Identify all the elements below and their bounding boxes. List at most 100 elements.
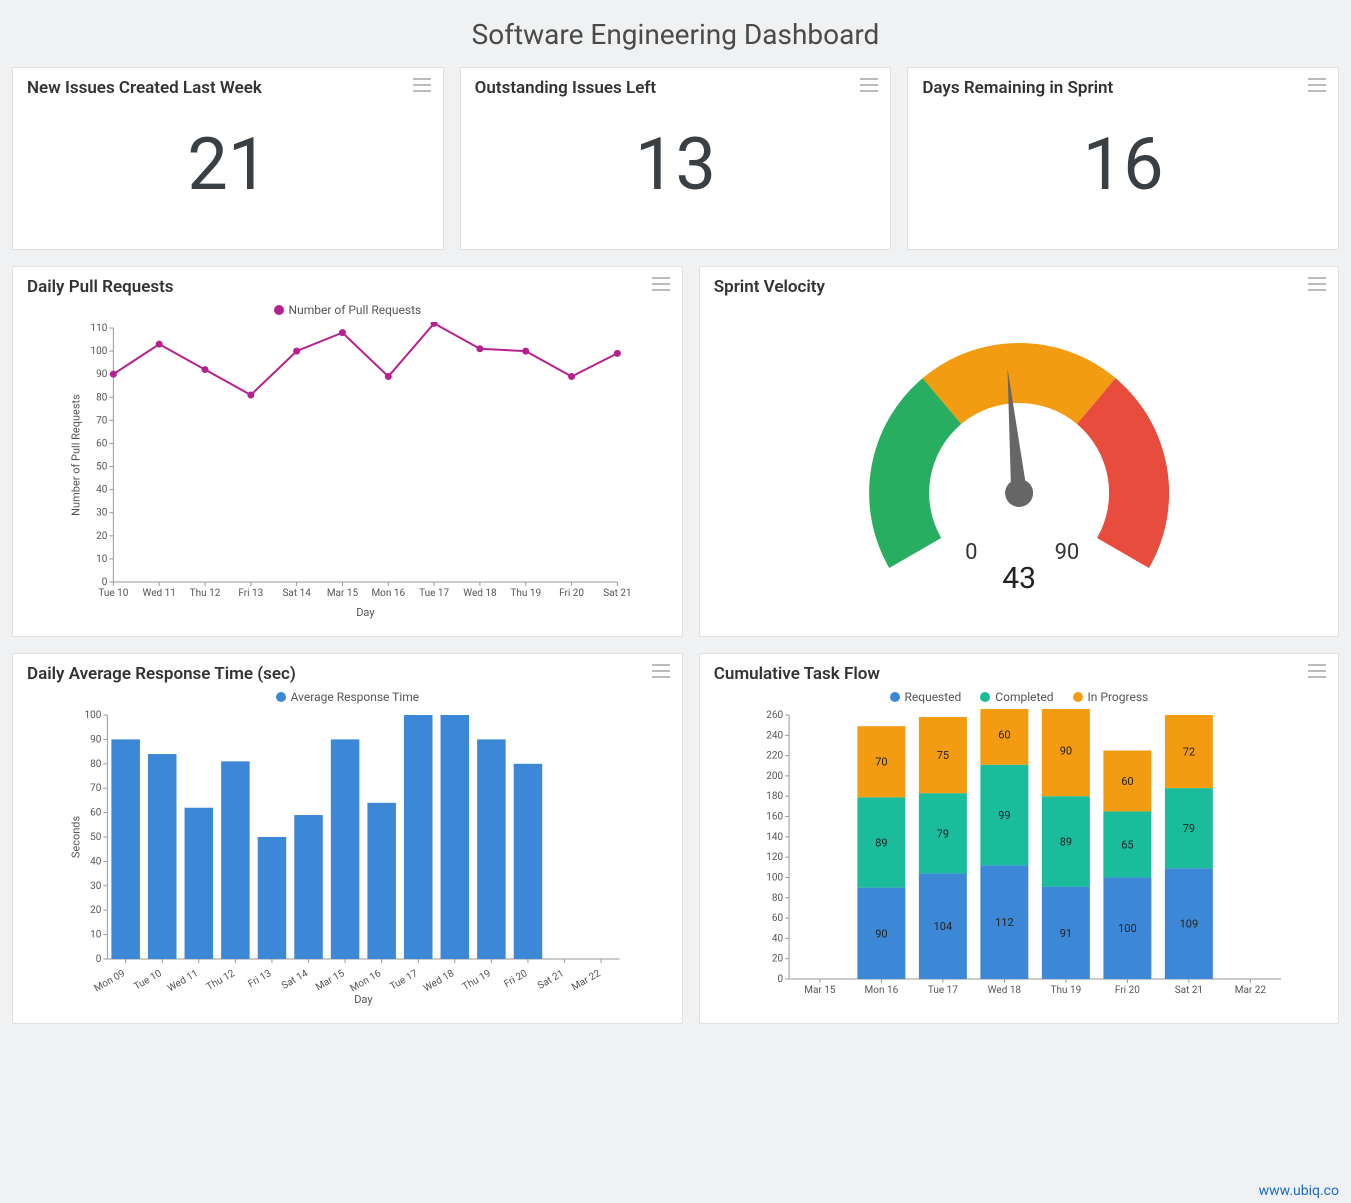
- chart-card-daily-pull-requests: Daily Pull Requests Number of Pull Reque…: [12, 266, 683, 637]
- kpi-label: Days Remaining in Sprint: [922, 78, 1324, 98]
- svg-text:Tue 17: Tue 17: [388, 968, 420, 993]
- legend-label: In Progress: [1088, 690, 1149, 704]
- hamburger-icon[interactable]: [860, 78, 878, 92]
- chart-title: Cumulative Task Flow: [714, 664, 1324, 684]
- chart-legend: Average Response Time: [27, 690, 668, 705]
- svg-text:43: 43: [1002, 561, 1036, 596]
- svg-text:70: 70: [96, 415, 108, 426]
- svg-text:30: 30: [90, 881, 102, 892]
- svg-text:Mon 16: Mon 16: [864, 985, 898, 996]
- kpi-card-new-issues: New Issues Created Last Week 21: [12, 67, 444, 250]
- svg-text:30: 30: [96, 508, 108, 519]
- bar-chart: 0102030405060708090100Mon 09Tue 10Wed 11…: [27, 709, 668, 1009]
- svg-text:Wed 18: Wed 18: [987, 985, 1021, 996]
- svg-text:260: 260: [766, 710, 783, 721]
- svg-text:20: 20: [96, 531, 108, 542]
- chart-card-avg-response: Daily Average Response Time (sec) Averag…: [12, 653, 683, 1024]
- svg-text:20: 20: [90, 905, 102, 916]
- chart-legend: Number of Pull Requests: [27, 303, 668, 318]
- legend-label: Number of Pull Requests: [289, 303, 422, 317]
- chart-legend: Requested Completed In Progress: [714, 690, 1324, 705]
- svg-text:Sat 21: Sat 21: [536, 968, 566, 992]
- svg-text:10: 10: [90, 930, 102, 941]
- page-title: Software Engineering Dashboard: [12, 18, 1339, 51]
- kpi-value: 13: [475, 104, 877, 235]
- svg-text:80: 80: [90, 759, 102, 770]
- svg-text:Fri 20: Fri 20: [502, 968, 529, 990]
- svg-text:Mar 22: Mar 22: [1234, 985, 1266, 996]
- footer-link[interactable]: www.ubiq.co: [1259, 1183, 1339, 1199]
- svg-text:Wed 11: Wed 11: [166, 968, 200, 994]
- svg-text:72: 72: [1182, 746, 1194, 759]
- svg-text:Mon 09: Mon 09: [92, 968, 127, 994]
- stacked-bar-chart: 020406080100120140160180200220240260Mar …: [714, 709, 1324, 1009]
- svg-text:60: 60: [1121, 775, 1133, 788]
- svg-text:Thu 19: Thu 19: [1050, 985, 1081, 996]
- svg-text:Tue 10: Tue 10: [132, 968, 164, 993]
- svg-text:0: 0: [96, 954, 102, 965]
- hamburger-icon[interactable]: [652, 664, 670, 678]
- svg-text:Wed 18: Wed 18: [422, 968, 457, 994]
- hamburger-icon[interactable]: [413, 78, 431, 92]
- svg-text:120: 120: [766, 852, 783, 863]
- svg-text:90: 90: [96, 369, 108, 380]
- svg-text:79: 79: [936, 827, 948, 840]
- svg-text:65: 65: [1121, 838, 1133, 851]
- kpi-card-outstanding: Outstanding Issues Left 13: [460, 67, 892, 250]
- svg-text:100: 100: [1118, 922, 1137, 935]
- svg-text:Sat 21: Sat 21: [1174, 985, 1202, 996]
- hamburger-icon[interactable]: [652, 277, 670, 291]
- svg-text:104: 104: [933, 920, 952, 933]
- svg-text:Tue 17: Tue 17: [419, 588, 449, 599]
- svg-text:10: 10: [96, 554, 108, 565]
- svg-text:110: 110: [91, 323, 108, 334]
- svg-text:220: 220: [766, 751, 783, 762]
- svg-text:0: 0: [102, 577, 108, 588]
- kpi-value: 16: [922, 104, 1324, 235]
- svg-text:79: 79: [1182, 822, 1194, 835]
- svg-text:240: 240: [766, 730, 783, 741]
- svg-text:109: 109: [1179, 918, 1198, 931]
- svg-text:99: 99: [998, 809, 1010, 822]
- svg-text:40: 40: [90, 856, 102, 867]
- svg-text:Wed 18: Wed 18: [463, 588, 497, 599]
- svg-text:100: 100: [766, 872, 783, 883]
- hamburger-icon[interactable]: [1308, 664, 1326, 678]
- svg-text:60: 60: [90, 808, 102, 819]
- kpi-row: New Issues Created Last Week 21 Outstand…: [12, 67, 1339, 250]
- svg-text:Mon 16: Mon 16: [371, 588, 405, 599]
- hamburger-icon[interactable]: [1308, 78, 1326, 92]
- svg-text:40: 40: [96, 485, 108, 496]
- svg-text:40: 40: [772, 933, 784, 944]
- svg-text:Day: Day: [356, 606, 375, 619]
- legend-label: Requested: [905, 690, 962, 704]
- svg-text:80: 80: [772, 893, 784, 904]
- svg-text:Sat 14: Sat 14: [282, 588, 311, 599]
- kpi-value: 21: [27, 104, 429, 235]
- svg-text:Thu 12: Thu 12: [190, 588, 221, 599]
- svg-text:Thu 19: Thu 19: [461, 968, 493, 993]
- kpi-label: New Issues Created Last Week: [27, 78, 429, 98]
- svg-text:Mar 15: Mar 15: [327, 588, 359, 599]
- hamburger-icon[interactable]: [1308, 277, 1326, 291]
- svg-text:Number of Pull Requests: Number of Pull Requests: [69, 394, 82, 516]
- svg-text:Tue 10: Tue 10: [98, 588, 128, 599]
- svg-text:Mar 15: Mar 15: [314, 968, 347, 993]
- svg-text:Thu 19: Thu 19: [510, 588, 541, 599]
- svg-text:89: 89: [875, 836, 887, 849]
- svg-text:Mar 15: Mar 15: [804, 985, 836, 996]
- chart-title: Daily Pull Requests: [27, 277, 668, 297]
- svg-text:Mon 16: Mon 16: [348, 968, 383, 995]
- svg-text:Tue 17: Tue 17: [928, 985, 958, 996]
- svg-text:50: 50: [96, 462, 108, 473]
- svg-text:89: 89: [1059, 835, 1071, 848]
- svg-text:50: 50: [90, 832, 102, 843]
- svg-text:90: 90: [1054, 540, 1079, 565]
- chart-card-cumulative-task-flow: Cumulative Task Flow Requested Completed…: [699, 653, 1339, 1024]
- svg-text:20: 20: [772, 954, 784, 965]
- chart-title: Sprint Velocity: [714, 277, 1324, 297]
- svg-text:60: 60: [998, 728, 1010, 741]
- svg-text:90: 90: [90, 734, 102, 745]
- line-chart: 0102030405060708090100110Tue 10Wed 11Thu…: [27, 322, 668, 622]
- kpi-label: Outstanding Issues Left: [475, 78, 877, 98]
